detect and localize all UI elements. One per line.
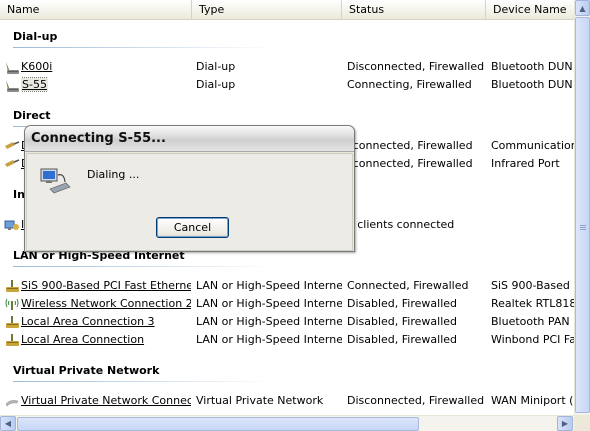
group-header-vpn: Virtual Private Network <box>13 364 160 377</box>
connection-status: Connected, Firewalled <box>347 279 469 292</box>
cancel-button[interactable]: Cancel <box>156 217 229 238</box>
connection-name[interactable]: Virtual Private Network Connection <box>21 392 191 410</box>
vertical-scrollbar[interactable]: ▲ <box>574 0 590 415</box>
dialup-modem-icon <box>6 62 19 74</box>
dialup-modem-icon <box>6 80 19 92</box>
dialog-body: Dialing ... Cancel <box>26 153 353 251</box>
list-item[interactable]: Local Area Connection 3 LAN or High-Spee… <box>0 313 574 331</box>
connection-type: LAN or High-Speed Internet <box>196 297 342 310</box>
lan-connection-icon <box>6 334 19 346</box>
list-item[interactable]: Local Area Connection LAN or High-Speed … <box>0 331 574 349</box>
connecting-dialog: Connecting S-55... Dialing ... Cancel <box>24 125 355 252</box>
connection-status: Disabled, Firewalled <box>347 333 458 346</box>
connection-name[interactable]: Local Area Connection <box>21 331 191 349</box>
connection-name-selected[interactable]: S-55 <box>21 77 48 92</box>
dialog-message: Dialing ... <box>87 168 140 181</box>
wireless-connection-icon <box>5 298 19 310</box>
lan-connection-icon <box>6 316 19 328</box>
connection-name[interactable]: Wireless Network Connection 2 <box>21 295 191 313</box>
group-divider <box>13 266 273 267</box>
dialing-computer-icon <box>40 168 71 194</box>
lan-connection-icon <box>6 280 19 292</box>
vpn-connection-icon <box>5 400 19 407</box>
grip-line <box>580 227 586 228</box>
connection-status: Disconnected, Firewalled <box>347 60 485 73</box>
connection-status: Disconnected, Firewalled <box>347 394 485 407</box>
group-header-dialup: Dial-up <box>13 30 58 43</box>
list-item[interactable]: K600i Dial-up Disconnected, Firewalled B… <box>0 58 574 76</box>
column-header-device[interactable]: Device Name <box>486 0 574 19</box>
connection-type: Dial-up <box>196 60 236 73</box>
column-header-name[interactable]: Name <box>0 0 192 19</box>
vertical-scroll-thumb[interactable] <box>575 17 590 413</box>
connection-status: sconnected, Firewalled <box>347 157 473 170</box>
connection-status: sconnected, Firewalled <box>347 139 473 152</box>
list-item[interactable]: Virtual Private Network Connection Virtu… <box>0 392 574 410</box>
connection-type: LAN or High-Speed Internet <box>196 333 342 346</box>
column-header-status[interactable]: Status <box>342 0 486 19</box>
group-divider <box>13 47 273 48</box>
incoming-connections-icon <box>4 220 19 230</box>
device-name: Winbond PCI Fast <box>491 333 574 346</box>
device-name: WAN Miniport (PP <box>491 394 574 407</box>
connection-type: Virtual Private Network <box>196 394 324 407</box>
connection-type: Dial-up <box>196 78 236 91</box>
direct-cable-icon <box>5 159 20 167</box>
direct-cable-icon <box>5 141 20 149</box>
connection-name[interactable]: S-55 <box>21 76 48 94</box>
column-header-type[interactable]: Type <box>192 0 342 19</box>
device-name: Realtek RTL8185 <box>491 297 574 310</box>
group-divider <box>13 381 273 382</box>
column-header: Name Type Status Device Name <box>0 0 574 20</box>
horizontal-scroll-thumb[interactable] <box>17 417 419 431</box>
group-header-direct: Direct <box>13 109 51 122</box>
device-name: SiS 900-Based PC <box>491 279 574 292</box>
connection-status: Disabled, Firewalled <box>347 315 458 328</box>
grip-line <box>580 225 586 226</box>
list-item[interactable]: SiS 900-Based PCI Fast Ethernet LAN or H… <box>0 277 574 295</box>
connection-name[interactable]: K600i <box>21 58 191 76</box>
device-name: Bluetooth DUN M <box>491 78 574 91</box>
connection-type: LAN or High-Speed Internet <box>196 315 342 328</box>
device-name: Bluetooth PAN Ne <box>491 315 574 328</box>
list-item[interactable]: Wireless Network Connection 2 LAN or Hig… <box>0 295 574 313</box>
connection-type: LAN or High-Speed Internet <box>196 279 342 292</box>
horizontal-scrollbar[interactable]: ◀ ▶ <box>0 415 574 431</box>
device-name: Communications c <box>491 139 574 152</box>
device-name: Bluetooth DUN M <box>491 60 574 73</box>
device-name: Infrared Port <box>491 157 560 170</box>
connection-status: Connecting, Firewalled <box>347 78 472 91</box>
connection-name[interactable]: SiS 900-Based PCI Fast Ethernet <box>21 277 191 295</box>
scroll-right-button[interactable]: ▶ <box>557 416 573 431</box>
connection-status: Disabled, Firewalled <box>347 297 458 310</box>
scroll-up-button[interactable]: ▲ <box>575 0 590 16</box>
list-item-selected[interactable]: S-55 Dial-up Connecting, Firewalled Blue… <box>0 76 574 94</box>
connection-name[interactable]: Local Area Connection 3 <box>21 313 191 331</box>
grip-line <box>580 229 586 230</box>
dialog-title[interactable]: Connecting S-55... <box>25 126 354 152</box>
scrollbar-corner <box>574 415 590 431</box>
connection-status: o clients connected <box>347 218 455 231</box>
scroll-left-button[interactable]: ◀ <box>0 416 16 431</box>
